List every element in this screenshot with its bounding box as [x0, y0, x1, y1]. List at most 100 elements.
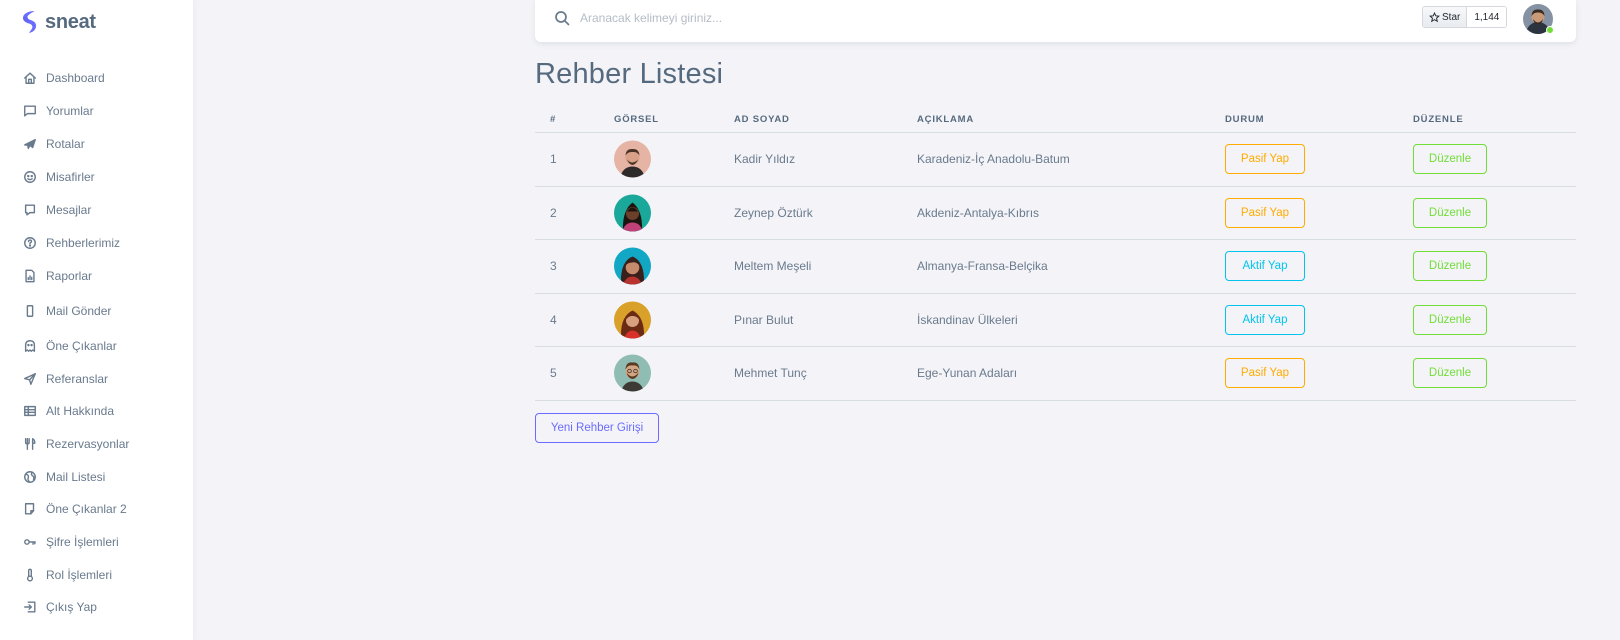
sidebar-item-rol-islemleri[interactable]: Rol İşlemleri	[0, 562, 193, 588]
sneat-logo-icon	[23, 11, 37, 33]
sidebar-item-one-cikanlar-2[interactable]: Öne Çıkanlar 2	[0, 496, 193, 522]
guide-description: Almanya-Fransa-Belçika	[917, 259, 1048, 274]
guide-name: Meltem Meşeli	[734, 259, 812, 274]
new-guide-button[interactable]: Yeni Rehber Girişi	[535, 413, 659, 443]
sidebar-item-rehberlerimiz[interactable]: Rehberlerimiz	[0, 230, 193, 256]
star-icon	[1429, 11, 1440, 22]
deactivate-button[interactable]: Pasif Yap	[1225, 144, 1305, 175]
restaurant-icon	[23, 437, 37, 451]
mobile-icon	[23, 304, 37, 318]
sidebar-item-cikis-yap[interactable]: Çıkış Yap	[0, 594, 193, 620]
ghost-icon	[23, 339, 37, 353]
row-number: 2	[550, 205, 557, 220]
logout-icon	[23, 600, 37, 614]
sidebar-item-referanslar[interactable]: Referanslar	[0, 366, 193, 392]
key-icon	[23, 535, 37, 549]
guide-name: Mehmet Tunç	[734, 366, 807, 381]
guide-description: Karadeniz-İç Anadolu-Batum	[917, 152, 1070, 167]
guide-avatar	[614, 247, 651, 285]
sidebar-item-one-cikanlar[interactable]: Öne Çıkanlar	[0, 333, 193, 359]
row-number: 3	[550, 259, 557, 274]
smile-icon	[23, 170, 37, 184]
guide-avatar	[614, 140, 651, 178]
sidebar-item-label: Rol İşlemleri	[46, 568, 113, 582]
sidebar-item-label: Raporlar	[46, 269, 93, 283]
guide-name: Zeynep Öztürk	[734, 205, 813, 220]
sidebar-item-alt-hakkinda[interactable]: Alt Hakkında	[0, 398, 193, 424]
guide-name: Kadir Yıldız	[734, 152, 796, 167]
sidebar-item-mail-listesi[interactable]: Mail Listesi	[0, 464, 193, 490]
search-icon[interactable]	[554, 10, 570, 26]
sidebar-item-mesajlar[interactable]: Mesajlar	[0, 197, 193, 223]
guide-name: Pınar Bulut	[734, 312, 794, 327]
sidebar-item-mail-gonder[interactable]: Mail Gönder	[0, 298, 193, 324]
sidebar-item-label: Yorumlar	[46, 104, 94, 118]
row-number: 1	[550, 152, 557, 167]
github-star-button[interactable]: Star	[1423, 7, 1468, 27]
column-header-status: DURUM	[1225, 114, 1265, 125]
sidebar-item-label: Rezervasyonlar	[46, 437, 130, 451]
guide-avatar	[614, 301, 651, 339]
top-navbar: Star 1,144	[535, 0, 1576, 42]
column-header-description: AÇIKLAMA	[917, 114, 975, 125]
guide-table: # GÖRSEL AD SOYAD AÇIKLAMA DURUM DÜZENLE…	[535, 106, 1576, 401]
sidebar-item-label: Mail Listesi	[46, 470, 106, 484]
sidebar-item-label: Çıkış Yap	[46, 600, 97, 614]
sidebar-item-label: Referanslar	[46, 372, 109, 386]
table-row: 1 Kadir Yıldız Karadeniz-İç Anadolu-Batu…	[535, 133, 1576, 187]
sidebar-item-label: Rehberlerimiz	[46, 236, 121, 250]
github-star-label: Star	[1442, 11, 1461, 23]
sidebar-item-label: Dashboard	[46, 71, 105, 85]
guide-description: Ege-Yunan Adaları	[917, 366, 1018, 381]
sidebar-item-rotalar[interactable]: Rotalar	[0, 131, 193, 157]
deactivate-button[interactable]: Pasif Yap	[1225, 358, 1305, 389]
sidebar-item-yorumlar[interactable]: Yorumlar	[0, 98, 193, 124]
sidebar-item-label: Misafirler	[46, 170, 95, 184]
search-input[interactable]	[580, 8, 1180, 28]
sidebar-item-raporlar[interactable]: Raporlar	[0, 263, 193, 289]
message-icon	[23, 203, 37, 217]
github-star-widget: Star 1,144	[1422, 6, 1508, 28]
row-number: 5	[550, 366, 557, 381]
plane-icon	[23, 137, 37, 151]
github-star-count[interactable]: 1,144	[1467, 7, 1507, 27]
edit-button[interactable]: Düzenle	[1413, 358, 1487, 389]
edit-button[interactable]: Düzenle	[1413, 144, 1487, 175]
guide-description: Akdeniz-Antalya-Kıbrıs	[917, 205, 1040, 220]
world-icon	[23, 470, 37, 484]
sidebar-item-label: Mail Gönder	[46, 304, 112, 318]
brand[interactable]: sneat	[20, 8, 96, 36]
sidebar: sneat Dashboard Yorumlar Rotalar Misafir…	[0, 0, 193, 640]
sidebar-item-rezervasyonlar[interactable]: Rezervasyonlar	[0, 431, 193, 457]
column-header-name: AD SOYAD	[734, 114, 790, 125]
help-circle-icon	[23, 236, 37, 250]
table-header-row: # GÖRSEL AD SOYAD AÇIKLAMA DURUM DÜZENLE	[535, 106, 1576, 133]
book-icon	[23, 502, 37, 516]
table-row: 2 Zeynep Öztürk Akdeniz-Antalya-Kıbrıs P…	[535, 187, 1576, 240]
online-status-dot	[1546, 26, 1554, 34]
sidebar-item-label: Rotalar	[46, 137, 85, 151]
edit-button[interactable]: Düzenle	[1413, 251, 1487, 282]
sidebar-item-label: Öne Çıkanlar 2	[46, 502, 127, 516]
edit-button[interactable]: Düzenle	[1413, 197, 1487, 228]
column-header-num: #	[550, 114, 557, 125]
sidebar-item-sifre-islemleri[interactable]: Şifre İşlemleri	[0, 529, 193, 555]
activate-button[interactable]: Aktif Yap	[1225, 304, 1305, 335]
page-title: Rehber Listesi	[535, 58, 724, 90]
sidebar-item-label: Öne Çıkanlar	[46, 339, 117, 353]
sidebar-item-label: Şifre İşlemleri	[46, 535, 119, 549]
activate-button[interactable]: Aktif Yap	[1225, 251, 1305, 282]
guide-description: İskandinav Ülkeleri	[917, 312, 1018, 327]
sidebar-item-label: Mesajlar	[46, 203, 92, 217]
sidebar-item-misafirler[interactable]: Misafirler	[0, 164, 193, 190]
home-icon	[23, 71, 37, 85]
edit-button[interactable]: Düzenle	[1413, 304, 1487, 335]
user-avatar[interactable]	[1523, 4, 1554, 34]
brand-name: sneat	[45, 10, 96, 33]
sidebar-item-label: Alt Hakkında	[46, 404, 115, 418]
guide-avatar	[614, 194, 651, 232]
sidebar-item-dashboard[interactable]: Dashboard	[0, 65, 193, 91]
layout-icon	[23, 404, 37, 418]
table-row: 4 Pınar Bulut İskandinav Ülkeleri Aktif …	[535, 294, 1576, 347]
deactivate-button[interactable]: Pasif Yap	[1225, 197, 1305, 228]
